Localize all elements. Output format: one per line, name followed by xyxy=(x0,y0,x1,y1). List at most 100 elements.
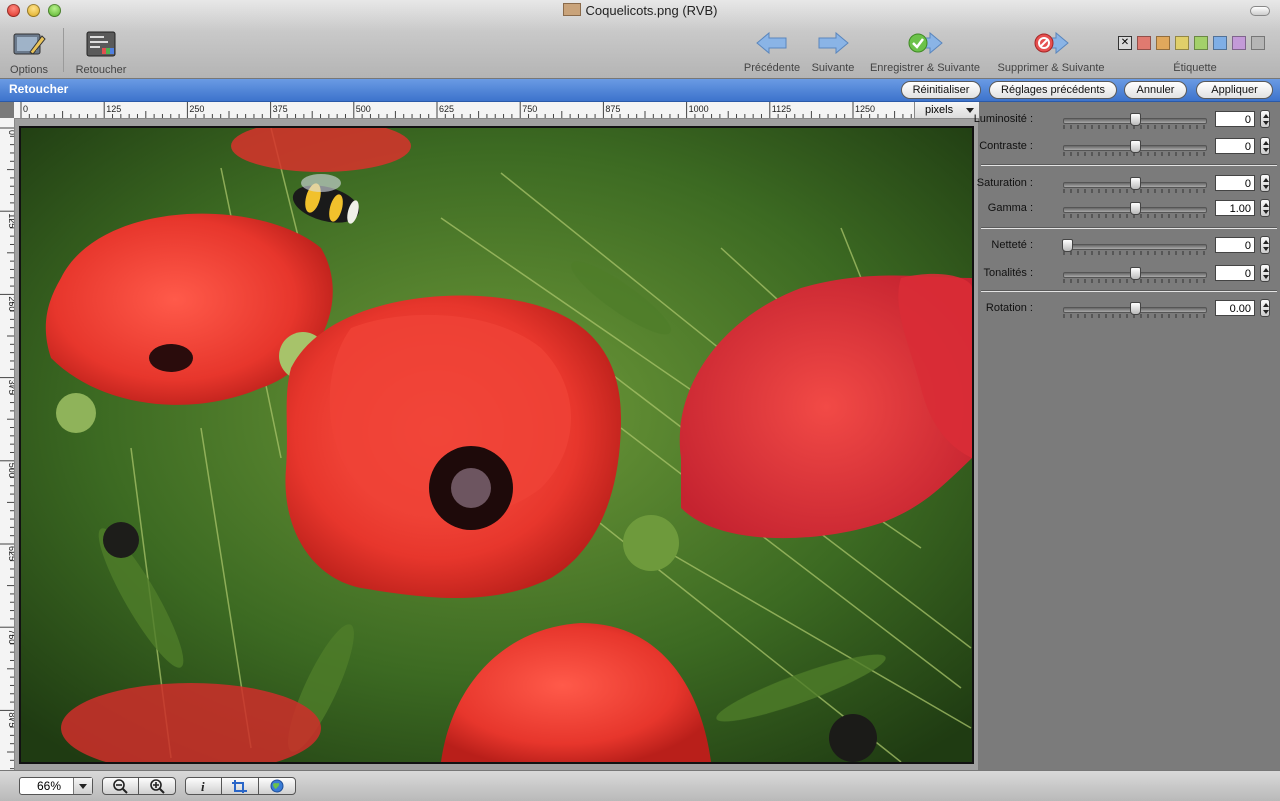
ruler-label: 125 xyxy=(7,213,14,228)
sharpness-label: Netteté : xyxy=(991,239,1033,251)
label-color-swatch[interactable] xyxy=(1232,36,1246,50)
label-title-text: Étiquette xyxy=(1173,62,1217,74)
save-next-icon xyxy=(908,31,943,55)
rotation-label: Rotation : xyxy=(985,302,1033,314)
rotation-stepper[interactable] xyxy=(1260,299,1270,317)
ruler-label: 750 xyxy=(7,629,14,644)
label-color-swatch[interactable] xyxy=(1175,36,1189,50)
horizontal-ruler-ticks: 0 125 250 375 500 625 750 875 1000 1125 1250 xyxy=(20,102,912,118)
reset-button[interactable]: Réinitialiser xyxy=(901,81,981,99)
ruler-label: 625 xyxy=(7,546,14,561)
horizontal-ruler: 0 125 250 375 500 625 750 875 1000 1125 1250 xyxy=(14,102,914,119)
ruler-label: 0 xyxy=(23,104,28,114)
previous-label: Précédente xyxy=(743,62,801,74)
adjustments-panel: Luminosité : 0 Contraste : 0 Saturation … xyxy=(974,102,1280,770)
retoucher-button[interactable]: Retoucher xyxy=(70,30,132,76)
saturation-stepper[interactable] xyxy=(1260,174,1270,192)
poppies-photo xyxy=(21,128,972,762)
gamma-slider-thumb[interactable] xyxy=(1130,202,1141,215)
brightness-stepper[interactable] xyxy=(1260,110,1270,128)
sharpness-slider-thumb[interactable] xyxy=(1062,239,1073,252)
globe-icon xyxy=(270,779,284,793)
label-color-swatch[interactable] xyxy=(1213,36,1227,50)
hue-slider-thumb[interactable] xyxy=(1130,267,1141,280)
ruler-label: 1250 xyxy=(855,104,875,114)
zoom-out-button[interactable] xyxy=(102,777,139,795)
gamma-field[interactable]: 1.00 xyxy=(1215,200,1255,216)
sharpness-stepper[interactable] xyxy=(1260,236,1270,254)
ruler-label: 1125 xyxy=(772,104,791,114)
units-select[interactable]: pixels xyxy=(914,102,979,119)
label-color-swatch[interactable] xyxy=(1137,36,1151,50)
rotation-slider-thumb[interactable] xyxy=(1130,302,1141,315)
brightness-field[interactable]: 0 xyxy=(1215,111,1255,127)
hue-field[interactable]: 0 xyxy=(1215,265,1255,281)
contrast-stepper[interactable] xyxy=(1260,137,1270,155)
brightness-slider-thumb[interactable] xyxy=(1130,113,1141,126)
options-icon xyxy=(13,33,46,55)
options-label: Options xyxy=(10,64,48,76)
sharpness-row: Netteté : 0 xyxy=(979,236,1280,256)
units-value: pixels xyxy=(925,104,954,116)
info-icon: i xyxy=(201,779,205,794)
options-button[interactable]: Options xyxy=(4,30,54,76)
crop-button[interactable] xyxy=(221,777,259,795)
contrast-field[interactable]: 0 xyxy=(1215,138,1255,154)
ruler-label: 250 xyxy=(7,296,14,311)
label-color-swatch[interactable] xyxy=(1156,36,1170,50)
document-icon xyxy=(562,3,581,16)
cancel-button[interactable]: Annuler xyxy=(1124,81,1187,99)
delete-next-icon xyxy=(1034,31,1069,55)
zoom-out-icon xyxy=(113,779,128,794)
saturation-field[interactable]: 0 xyxy=(1215,175,1255,191)
window-toolbar: Coquelicots.png (RVB) Options Retoucher … xyxy=(0,0,1280,79)
arrow-right-icon xyxy=(818,31,849,55)
save-and-next-button[interactable]: Enregistrer & Suivante xyxy=(864,30,986,74)
gamma-row: Gamma : 1.00 xyxy=(979,199,1280,219)
rotation-field[interactable]: 0.00 xyxy=(1215,300,1255,316)
contrast-label: Contraste : xyxy=(979,140,1033,152)
ruler-label: 250 xyxy=(189,104,204,114)
info-button[interactable]: i xyxy=(185,777,222,795)
delete-and-next-button[interactable]: Supprimer & Suivante xyxy=(992,30,1110,74)
rotation-row: Rotation : 0.00 xyxy=(979,299,1280,319)
photo-canvas[interactable] xyxy=(19,126,974,764)
label-color-swatch[interactable] xyxy=(1194,36,1208,50)
ruler-label: 125 xyxy=(106,104,121,114)
retoucher-label: Retoucher xyxy=(75,64,127,76)
next-button[interactable]: Suivante xyxy=(808,30,858,74)
ruler-label: 500 xyxy=(356,104,371,114)
previous-settings-button[interactable]: Réglages précédents xyxy=(989,81,1117,99)
previous-button[interactable]: Précédente xyxy=(740,30,804,74)
globe-button[interactable] xyxy=(258,777,296,795)
label-none-swatch[interactable]: ✕ xyxy=(1118,36,1132,50)
toolbar-separator xyxy=(63,28,64,72)
saturation-slider-thumb[interactable] xyxy=(1130,177,1141,190)
svg-text:i: i xyxy=(201,779,205,794)
saturation-label: Saturation : xyxy=(976,177,1033,189)
toolbar-toggle-button[interactable] xyxy=(1250,6,1270,16)
brightness-label: Luminosité : xyxy=(973,113,1033,125)
zoom-in-button[interactable] xyxy=(138,777,176,795)
sharpness-field[interactable]: 0 xyxy=(1215,237,1255,253)
brightness-row: Luminosité : 0 xyxy=(974,110,1280,130)
label-color-swatch[interactable] xyxy=(1251,36,1265,50)
delete-next-label: Supprimer & Suivante xyxy=(997,62,1105,74)
hue-stepper[interactable] xyxy=(1260,264,1270,282)
apply-button[interactable]: Appliquer xyxy=(1196,81,1273,99)
retouch-title: Retoucher xyxy=(9,82,69,96)
gamma-stepper[interactable] xyxy=(1260,199,1270,217)
chevron-down-icon xyxy=(73,778,92,794)
contrast-slider-thumb[interactable] xyxy=(1130,140,1141,153)
label-title: Étiquette xyxy=(1150,62,1240,74)
ruler-label: 750 xyxy=(522,104,537,114)
hue-row: Tonalités : 0 xyxy=(979,264,1280,284)
window-title: Coquelicots.png (RVB) xyxy=(0,3,1280,18)
vertical-ruler: 0 125 250 375 500 625 750 875 xyxy=(0,118,15,770)
sharpness-slider[interactable] xyxy=(1063,244,1207,250)
panel-separator xyxy=(981,228,1277,229)
gamma-label: Gamma : xyxy=(987,202,1033,214)
ruler-label: 625 xyxy=(439,104,454,114)
zoom-select[interactable]: 66% xyxy=(19,777,93,795)
ruler-label: 500 xyxy=(7,463,14,478)
